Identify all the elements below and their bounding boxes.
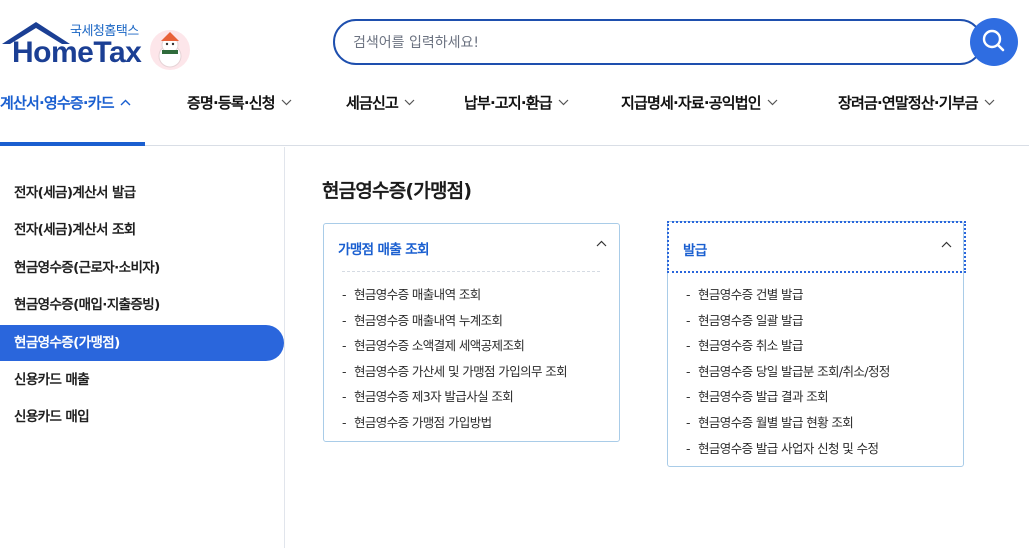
chevron-down-icon [984, 99, 995, 106]
link-sales-cumulative[interactable]: - 현금영수증 매출내역 누계조회 [342, 310, 503, 329]
gnb-item-payment[interactable]: 납부·고지·환급 [464, 92, 569, 113]
link-monthly-status[interactable]: - 현금영수증 월별 발급 현황 조회 [686, 412, 854, 431]
merchant-sales-card: 가맹점 매출 조회 - 현금영수증 매출내역 조회 - 현금영수증 매출내역 누계조… [323, 223, 620, 442]
global-nav: 계산서·영수증·카드 증명·등록·신청 세금신고 납부·고지·환급 지급명세·자… [0, 92, 1029, 122]
gnb-item-tax-return[interactable]: 세금신고 [346, 92, 415, 113]
gnb-item-receipts-cards[interactable]: 계산서·영수증·카드 [0, 92, 131, 113]
gnb-item-statements[interactable]: 지급명세·자료·공익법인 [621, 92, 778, 113]
header: 국세청홈택스 HomeTax 계산서·영수증·카드 증명·등록·신청 세금신고 [0, 0, 1029, 146]
link-sales-history[interactable]: - 현금영수증 매출내역 조회 [342, 284, 481, 303]
card-divider [342, 271, 600, 272]
search-input[interactable] [353, 31, 913, 55]
sidebar-item-card-purchase[interactable]: 신용카드 매입 [0, 399, 284, 435]
hometax-logo[interactable]: 국세청홈택스 HomeTax [0, 18, 200, 74]
logo-text: HomeTax [12, 36, 142, 69]
snowman-mascot-icon [150, 30, 190, 70]
link-penalty-obligation[interactable]: - 현금영수증 가산세 및 가맹점 가입의무 조회 [342, 361, 568, 380]
merchant-sales-card-header[interactable]: 가맹점 매출 조회 [324, 224, 619, 272]
search-button[interactable] [970, 18, 1018, 66]
sidebar-item-card-sales[interactable]: 신용카드 매출 [0, 362, 284, 398]
link-cancel-issue[interactable]: - 현금영수증 취소 발급 [686, 335, 803, 354]
link-issuer-application[interactable]: - 현금영수증 발급 사업자 신청 및 수정 [686, 438, 879, 457]
link-issue-result[interactable]: - 현금영수증 발급 결과 조회 [686, 386, 829, 405]
chevron-up-icon [596, 240, 607, 247]
search-box [333, 19, 983, 65]
chevron-up-icon [120, 99, 131, 106]
chevron-down-icon [404, 99, 415, 106]
card-title: 가맹점 매출 조회 [338, 242, 430, 258]
link-small-payment-credit[interactable]: - 현금영수증 소액결제 세액공제조회 [342, 335, 525, 354]
sidebar-item-einvoice-inquiry[interactable]: 전자(세금)계산서 조회 [0, 212, 284, 248]
gnb-item-certificates[interactable]: 증명·등록·신청 [187, 92, 292, 113]
link-single-issue[interactable]: - 현금영수증 건별 발급 [686, 284, 803, 303]
link-same-day-inquiry[interactable]: - 현금영수증 당일 발급분 조회/취소/정정 [686, 361, 890, 380]
link-merchant-join-method[interactable]: - 현금영수증 가맹점 가입방법 [342, 412, 492, 431]
chevron-down-icon [767, 99, 778, 106]
link-third-party-issue[interactable]: - 현금영수증 제3자 발급사실 조회 [342, 386, 514, 405]
sidebar: 전자(세금)계산서 발급 전자(세금)계산서 조회 현금영수증(근로자·소비자)… [0, 147, 285, 548]
issue-card-header[interactable]: 발급 [667, 221, 966, 273]
sidebar-item-receipt-purchase[interactable]: 현금영수증(매입·지출증빙) [0, 287, 284, 323]
gnb-active-underline [0, 142, 145, 146]
link-batch-issue[interactable]: - 현금영수증 일괄 발급 [686, 310, 803, 329]
chevron-up-icon [941, 241, 952, 248]
sidebar-item-receipt-merchant[interactable]: 현금영수증(가맹점) [0, 325, 284, 361]
sidebar-item-receipt-consumer[interactable]: 현금영수증(근로자·소비자) [0, 250, 284, 286]
gnb-item-incentives[interactable]: 장려금·연말정산·기부금 [838, 92, 995, 113]
page-title: 현금영수증(가맹점) [322, 180, 472, 202]
card-title: 발급 [683, 243, 707, 259]
sidebar-item-einvoice-issue[interactable]: 전자(세금)계산서 발급 [0, 175, 284, 211]
chevron-down-icon [281, 99, 292, 106]
issue-card: 발급 - 현금영수증 건별 발급 - 현금영수증 일괄 발급 - 현금영수증 취소 발… [667, 221, 966, 467]
chevron-down-icon [558, 99, 569, 106]
search-icon [982, 29, 1005, 51]
